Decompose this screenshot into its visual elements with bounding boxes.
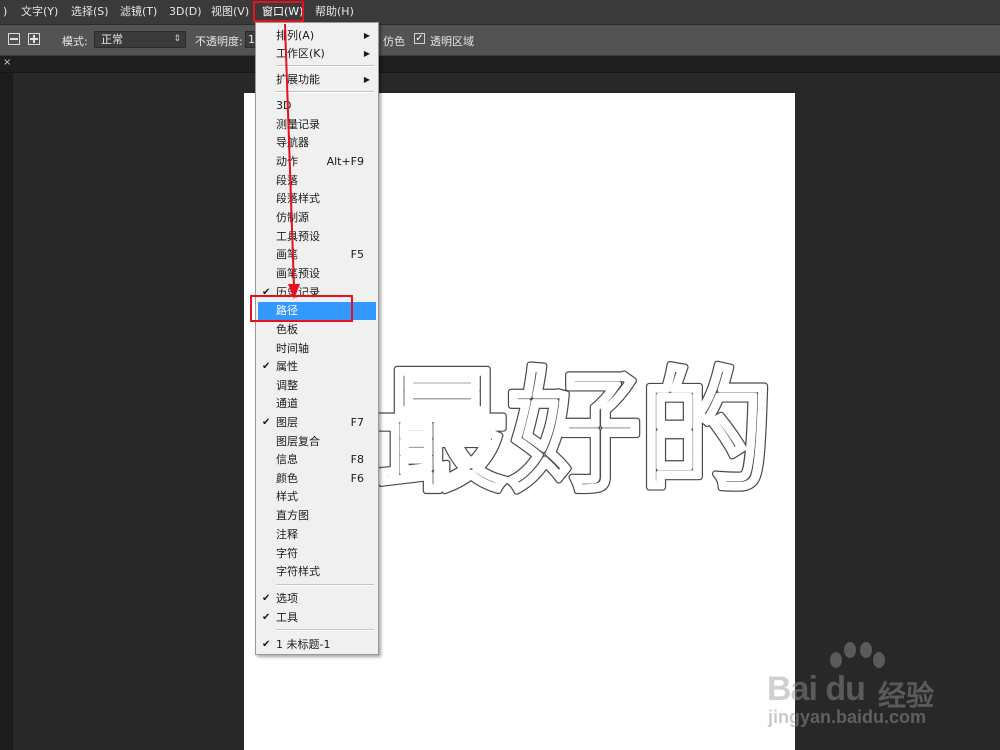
annotation-arrow xyxy=(284,23,300,299)
watermark-logo: Bai du xyxy=(767,670,866,708)
watermark-url: jingyan.baidu.com xyxy=(768,707,927,727)
